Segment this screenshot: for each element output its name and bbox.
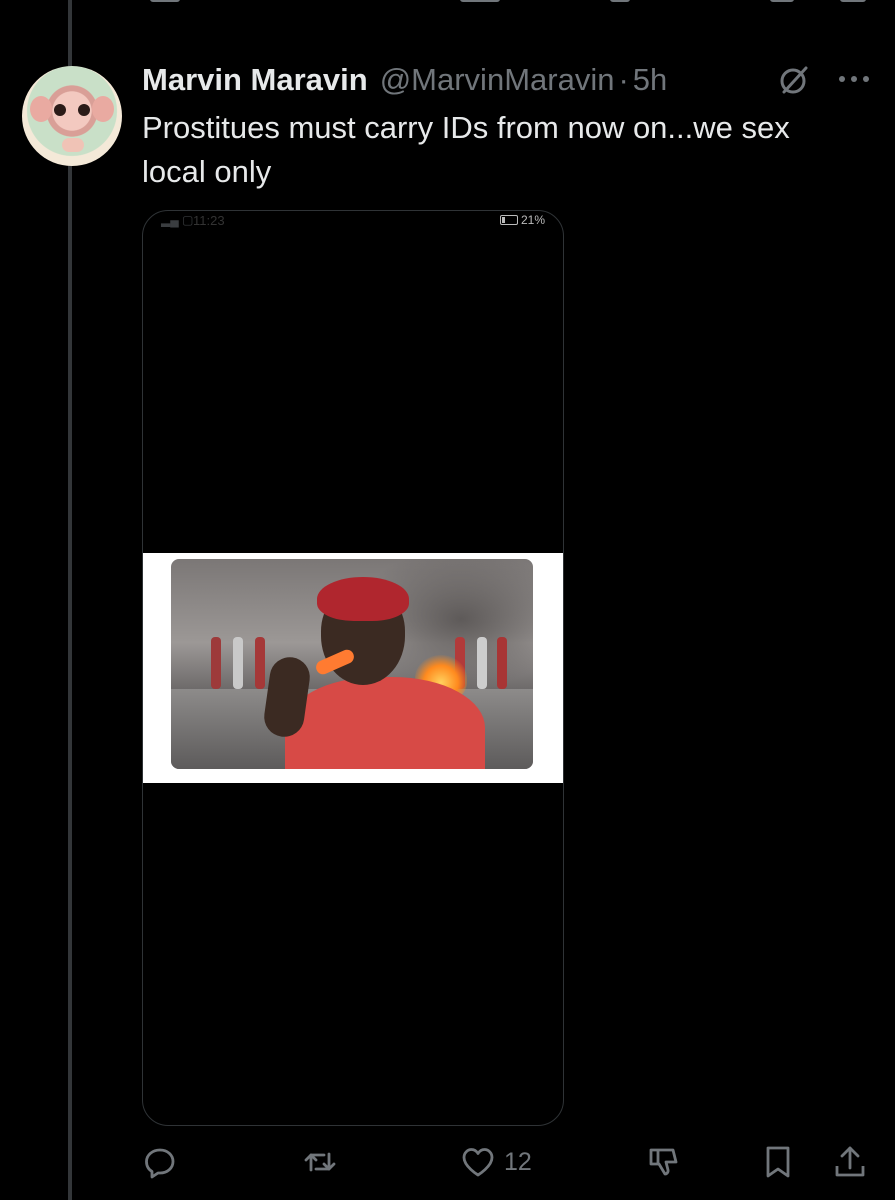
dislike-button[interactable]	[646, 1142, 682, 1182]
share-icon	[835, 1146, 865, 1177]
tweet-time[interactable]: 5h	[633, 62, 667, 98]
battery-percent: 21%	[520, 213, 545, 227]
tweet-header: Marvin Maravin @MarvinMaravin · 5h	[142, 60, 667, 100]
embedded-photo	[171, 559, 533, 769]
heart-icon	[462, 1148, 494, 1177]
retweet-icon	[304, 1152, 336, 1172]
embedded-image-frame	[143, 553, 563, 783]
author-name[interactable]: Marvin Maravin	[142, 62, 368, 98]
bookmark-icon	[766, 1146, 790, 1178]
dislike-icon	[649, 1148, 678, 1176]
status-bar-signal-icon: ▂▄ ▢	[161, 213, 194, 227]
like-button[interactable]: 12	[460, 1142, 532, 1182]
share-button[interactable]	[832, 1142, 868, 1182]
bookmark-button[interactable]	[760, 1142, 796, 1182]
battery-icon	[499, 215, 518, 225]
reply-icon	[145, 1148, 175, 1179]
thread-connector-line	[68, 0, 72, 1200]
grok-icon[interactable]	[776, 62, 812, 98]
separator-dot: ·	[618, 62, 629, 97]
like-count: 12	[504, 1147, 532, 1176]
tweet-text: Prostitues must carry IDs from now on...…	[142, 110, 790, 189]
author-handle[interactable]: @MarvinMaravin	[380, 62, 615, 98]
avatar[interactable]	[22, 66, 122, 166]
more-icon[interactable]	[836, 64, 872, 94]
retweet-button[interactable]	[302, 1142, 338, 1182]
status-bar-time: 11:23	[193, 213, 225, 228]
status-bar-battery: 21%	[499, 213, 545, 227]
reply-button[interactable]	[142, 1142, 178, 1182]
previous-tweet-actions-fragment	[0, 0, 895, 8]
tweet-actions: 12	[142, 1142, 872, 1182]
tweet-media[interactable]: ▂▄ ▢ 11:23 21%	[142, 210, 564, 1126]
